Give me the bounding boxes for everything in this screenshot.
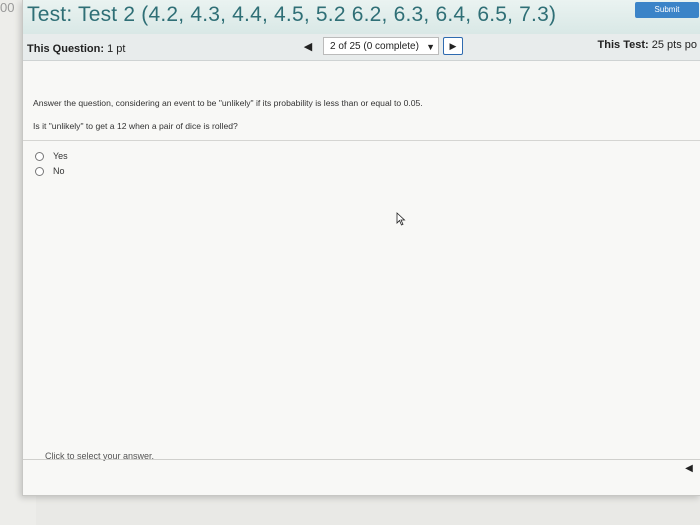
triangle-left-icon: ◀ [685,462,693,474]
mouse-cursor-icon [396,212,406,226]
title-bar: Test: Test 2 (4.2, 4.3, 4.4, 4.5, 5.2 6.… [23,0,700,34]
radio-button[interactable] [35,151,44,161]
triangle-right-icon: ▶ [449,40,457,51]
test-dialog: Test: Test 2 (4.2, 4.3, 4.4, 4.5, 5.2 6.… [22,0,700,496]
answer-option-label: Yes [53,151,68,161]
question-points: This Question: 1 pt [27,43,125,55]
triangle-left-icon: ◀ [303,40,313,53]
next-question-button[interactable]: ▶ [443,37,463,55]
question-points-value: 1 pt [107,43,126,55]
divider [23,140,700,141]
test-points: This Test: 25 pts po [598,39,697,51]
test-points-value: 25 pts po [651,39,697,51]
submit-button[interactable]: Submit [635,2,699,18]
question-text: Is it "unlikely" to get a 12 when a pair… [33,121,238,131]
question-progress: 2 of 25 (0 complete) [330,41,419,52]
footer-divider [23,459,700,460]
question-bar: This Question: 1 pt ◀ 2 of 25 (0 complet… [23,34,700,61]
answer-option-yes[interactable]: Yes [35,149,68,163]
previous-question-button[interactable]: ◀ [299,37,317,55]
question-instruction: Answer the question, considering an even… [33,98,423,108]
question-label: This Question: [27,43,104,55]
test-title: Test: Test 2 (4.2, 4.3, 4.4, 4.5, 5.2 6.… [27,3,557,26]
background-fragment: 00 [0,0,15,15]
question-selector[interactable]: 2 of 25 (0 complete) ▼ [323,37,439,55]
radio-button[interactable] [35,166,44,176]
test-label: This Test: [597,39,649,51]
answer-option-label: No [53,166,65,176]
answer-option-no[interactable]: No [35,164,65,178]
dropdown-caret-icon: ▼ [426,42,435,52]
footer-back-button[interactable]: ◀ [681,461,697,475]
